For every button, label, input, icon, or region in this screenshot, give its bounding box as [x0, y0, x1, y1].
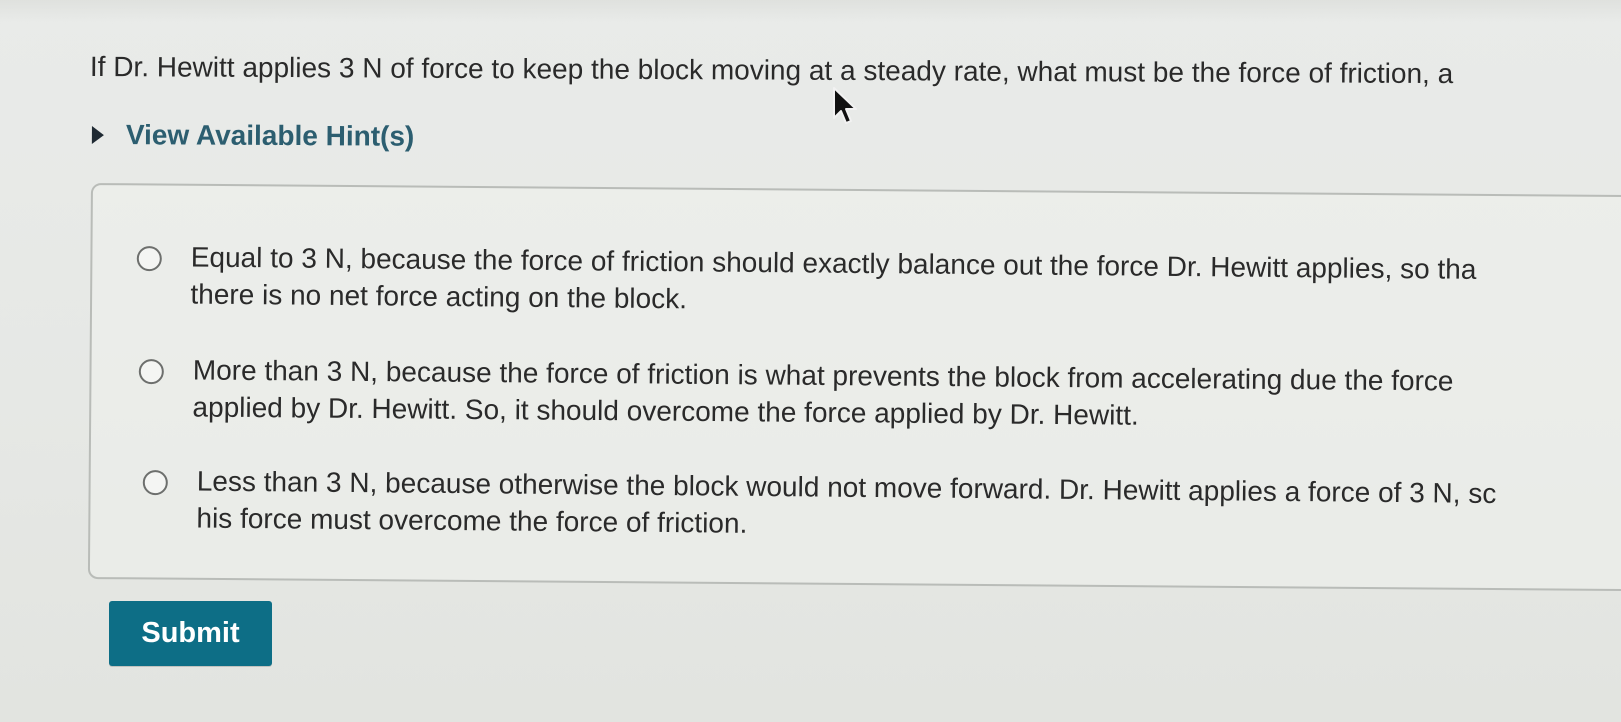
radio-button-2[interactable]	[138, 358, 164, 385]
answer-option-2[interactable]: More than 3 N, because the force of fric…	[138, 351, 1553, 437]
answer-option-3-text: Less than 3 N, because otherwise the blo…	[196, 463, 1557, 550]
submit-button[interactable]: Submit	[109, 601, 272, 666]
radio-button-3[interactable]	[142, 469, 168, 496]
answer-option-2-text: More than 3 N, because the force of fric…	[192, 351, 1553, 437]
radio-button-1[interactable]	[136, 245, 162, 272]
answer-option-3[interactable]: Less than 3 N, because otherwise the blo…	[142, 462, 1557, 550]
answer-option-1[interactable]: Equal to 3 N, because the force of frict…	[136, 238, 1551, 326]
page-top-edge	[0, 0, 1621, 22]
triangle-right-icon	[91, 125, 104, 145]
view-hints-label: View Available Hint(s)	[125, 119, 415, 152]
answer-option-1-text: Equal to 3 N, because the force of frict…	[190, 239, 1551, 326]
view-hints-toggle[interactable]: View Available Hint(s)	[91, 118, 415, 154]
mouse-pointer-icon	[833, 87, 857, 124]
